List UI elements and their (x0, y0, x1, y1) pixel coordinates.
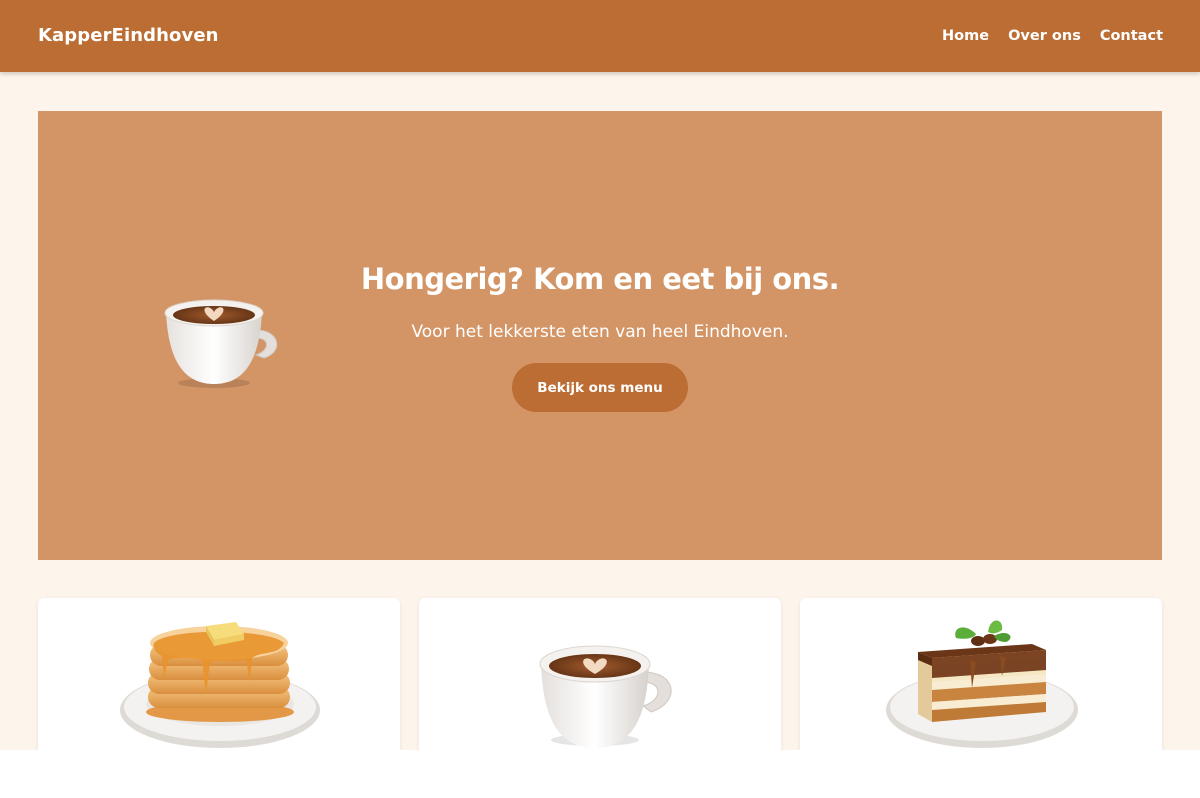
nav-link-over-ons[interactable]: Over ons (1008, 28, 1081, 44)
menu-card-coffee[interactable] (419, 598, 781, 750)
hero-title: Hongerig? Kom en eet bij ons. (360, 262, 840, 296)
menu-card-tiramisu[interactable] (800, 598, 1162, 750)
main-nav: Home Over ons Contact (942, 28, 1163, 44)
coffee-cup-icon (539, 645, 672, 748)
menu-card-pancakes[interactable] (38, 598, 400, 750)
brand-logo[interactable]: KapperEindhoven (38, 25, 219, 46)
nav-link-contact[interactable]: Contact (1100, 28, 1163, 44)
coffee-cup-icon (164, 299, 278, 388)
view-menu-button[interactable]: Bekijk ons menu (512, 363, 688, 412)
tiramisu-cake-icon (886, 620, 1078, 748)
nav-link-home[interactable]: Home (942, 28, 989, 44)
top-navbar: KapperEindhoven Home Over ons Contact (0, 0, 1200, 72)
page-viewport: KapperEindhoven Home Over ons Contact Ho… (0, 0, 1200, 750)
hero-subtitle: Voor het lekkerste eten van heel Eindhov… (411, 322, 789, 342)
pancakes-icon (120, 622, 320, 748)
